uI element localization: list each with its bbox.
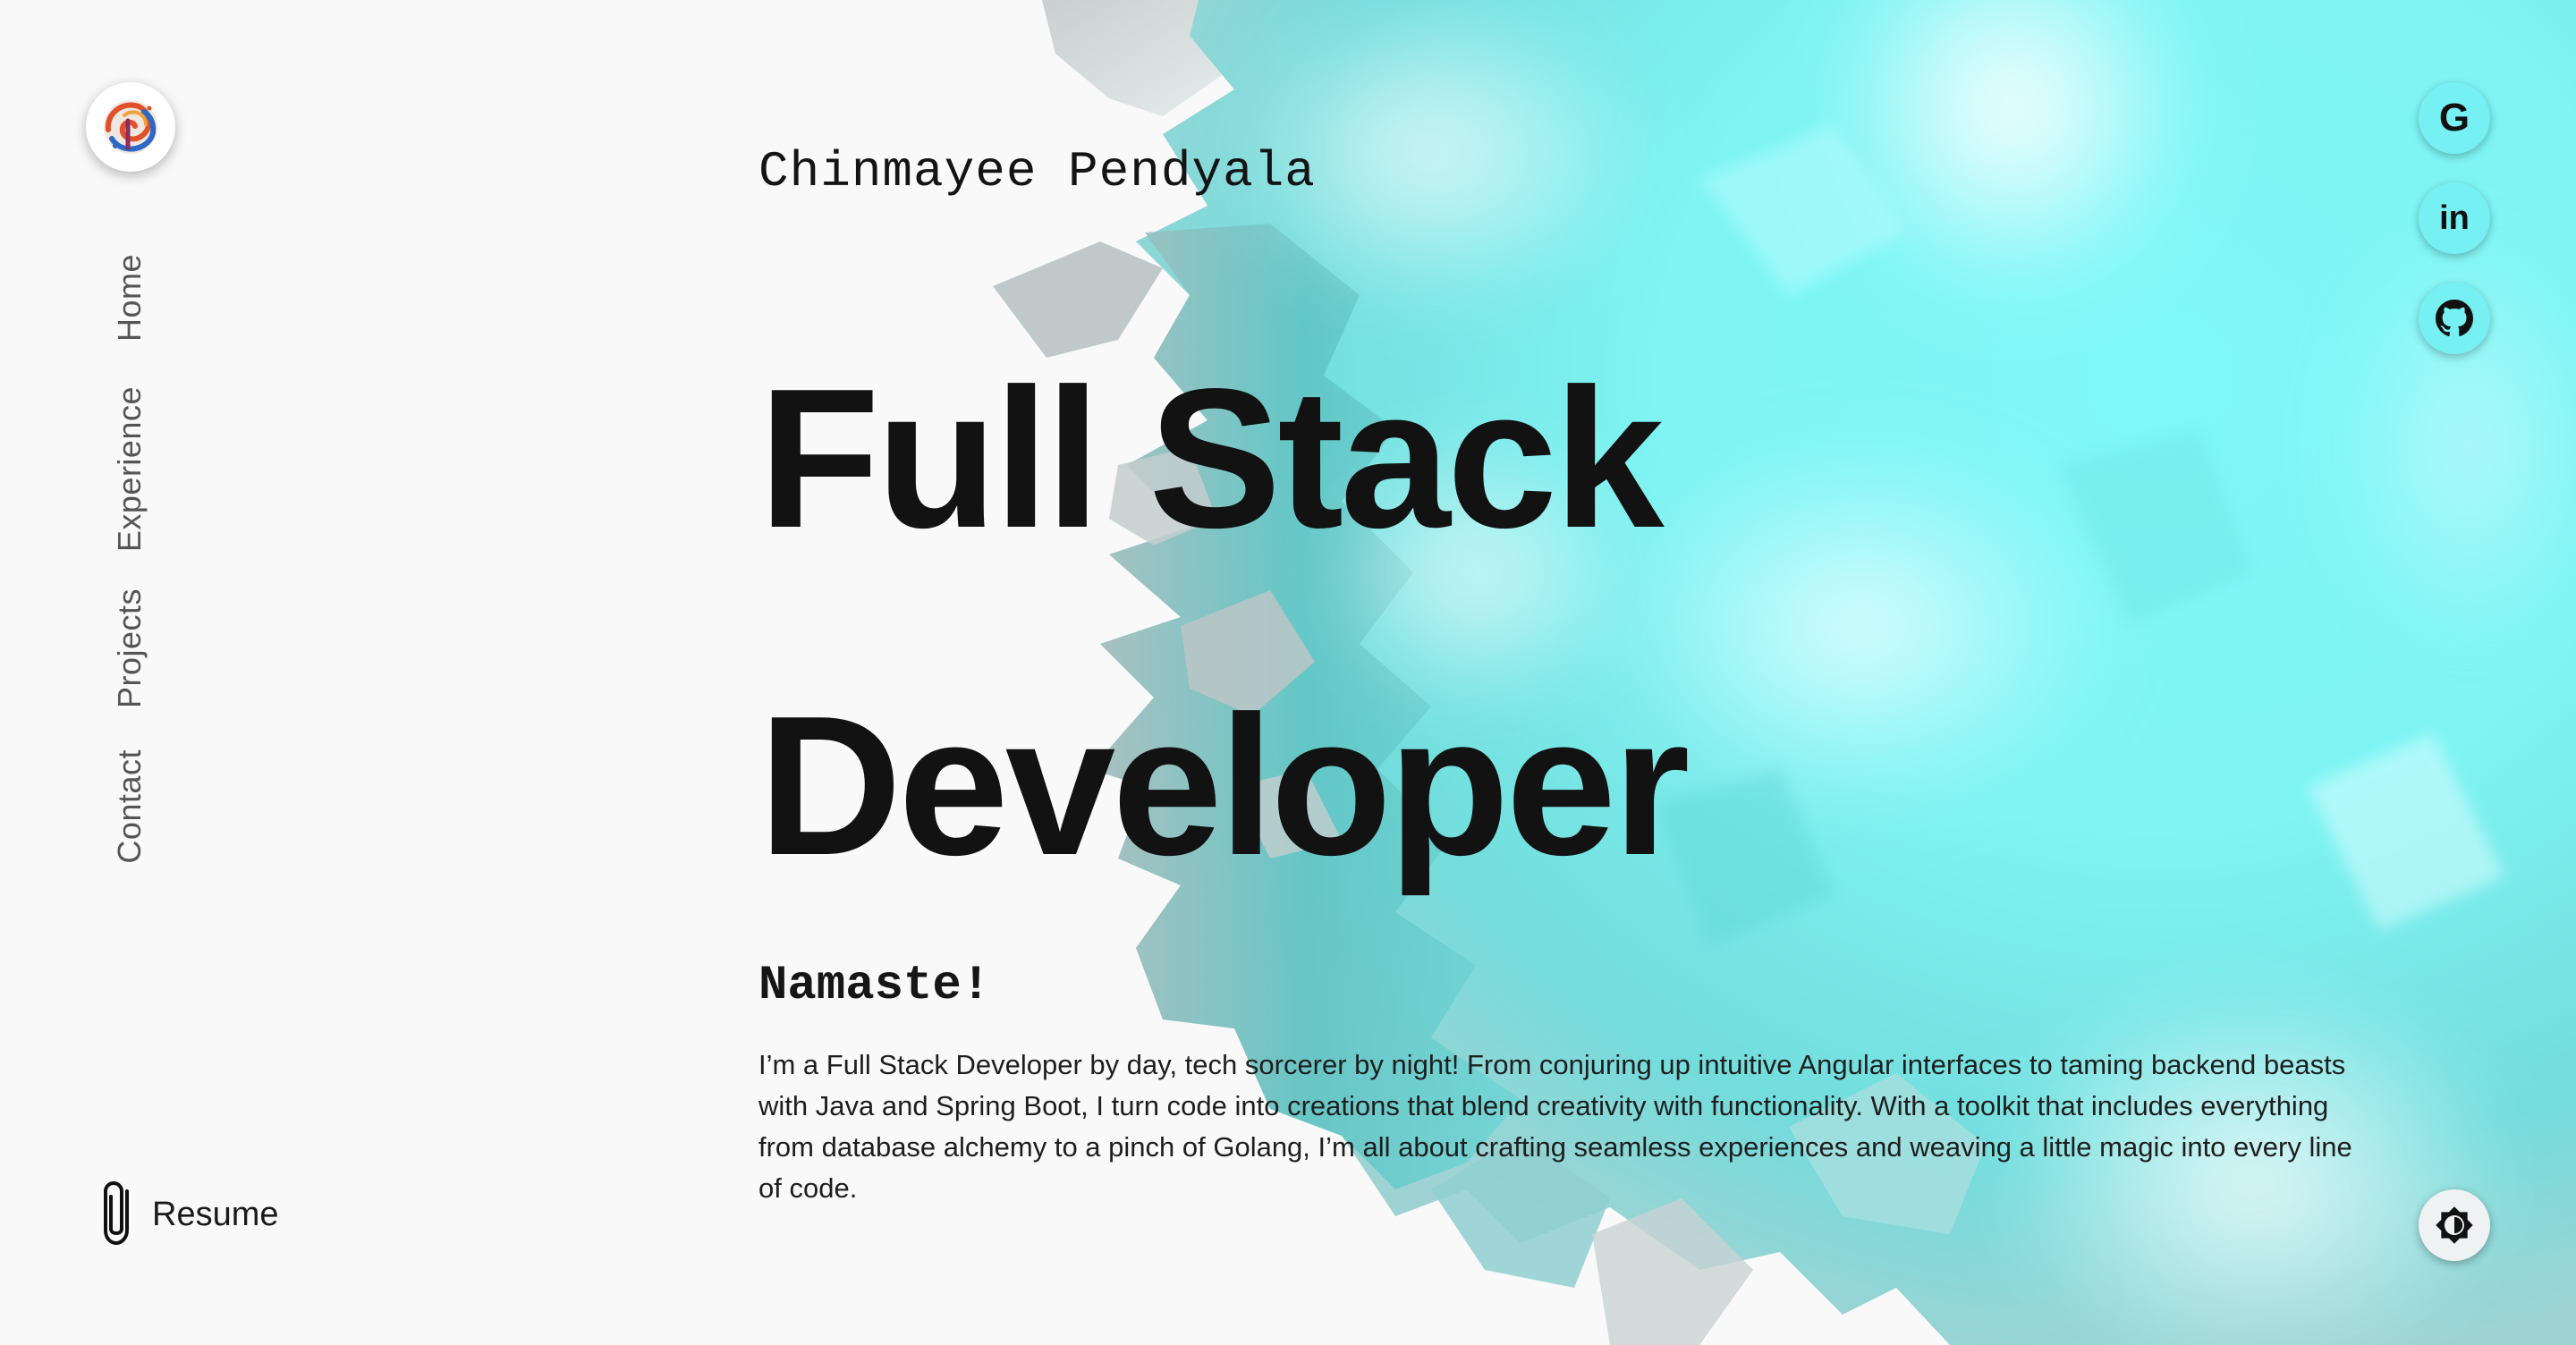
side-nav: Home Experience Projects Contact	[111, 254, 161, 880]
google-button[interactable]: G	[2419, 82, 2490, 154]
hero-title: Full Stack Developer	[758, 295, 1742, 950]
nav-projects[interactable]: Projects	[111, 588, 148, 708]
greeting-heading: Namaste!	[758, 959, 991, 1013]
nav-contact[interactable]: Contact	[111, 749, 148, 864]
intro-paragraph: I’m a Full Stack Developer by day, tech …	[758, 1049, 2352, 1204]
resume-label: Resume	[152, 1195, 279, 1233]
social-links: G in	[2419, 82, 2490, 354]
github-button[interactable]	[2419, 283, 2490, 354]
hero-title-line-2: Developer	[758, 675, 1690, 897]
resume-link[interactable]: Resume	[100, 1179, 279, 1250]
swirl-logo-icon	[104, 100, 157, 154]
github-icon	[2436, 300, 2473, 336]
linkedin-icon: in	[2439, 199, 2470, 237]
linkedin-button[interactable]: in	[2419, 182, 2490, 254]
nav-home[interactable]: Home	[111, 254, 148, 342]
nav-experience[interactable]: Experience	[111, 386, 148, 552]
hero-title-line-1: Full Stack	[758, 348, 1665, 570]
brightness-icon	[2436, 1206, 2473, 1244]
hero-name: Chinmayee Pendyala	[758, 143, 1316, 200]
paperclip-icon	[104, 1181, 129, 1245]
google-icon: G	[2438, 96, 2470, 140]
logo-button[interactable]	[86, 82, 175, 172]
theme-toggle-button[interactable]	[2419, 1189, 2490, 1261]
